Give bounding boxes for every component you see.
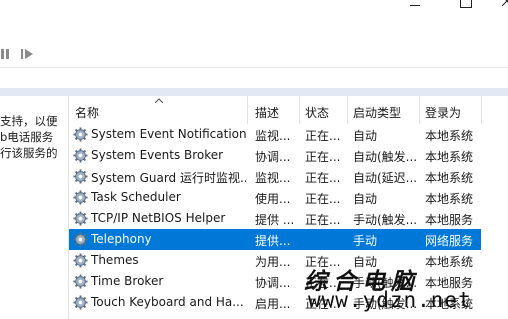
service-status-cell: 正在... <box>305 297 341 311</box>
service-row-selected[interactable]: Telephony 提供... 手动 网络服务 <box>69 229 481 250</box>
service-status-cell: 正在... <box>305 192 341 206</box>
service-row[interactable]: TCP/IP NetBIOS Helper 提供 ... 正在... 手动(触发...… <box>69 208 508 229</box>
service-name-cell: System Event Notification... <box>91 127 246 141</box>
service-gear-icon <box>73 169 88 184</box>
service-gear-icon <box>73 148 88 163</box>
service-logon-cell: 本地系统 <box>425 150 474 164</box>
toolbar-spacer <box>0 68 508 88</box>
service-description-cell: 启用... <box>255 297 291 311</box>
maximize-button[interactable] <box>438 0 484 14</box>
sort-ascending-icon <box>155 98 163 103</box>
service-name-cell: Touch Keyboard and Ha... <box>91 295 244 309</box>
service-name-cell: System Events Broker <box>91 148 224 162</box>
service-startup-type-cell: 手动(触发... <box>353 297 418 311</box>
service-gear-icon <box>73 232 88 247</box>
minimize-button[interactable] <box>395 0 441 14</box>
service-name-cell: Themes <box>91 253 139 267</box>
service-startup-type-cell: 自动 <box>353 192 378 206</box>
service-name-cell: System Guard 运行时监视... <box>91 171 246 185</box>
service-row[interactable]: Task Scheduler 使用... 正在... 自动 本地系统 <box>69 187 508 208</box>
service-row[interactable]: System Event Notification... 监视... 正在... 自动… <box>69 124 508 145</box>
service-startup-type-cell: 自动(延迟... <box>353 171 418 185</box>
restart-service-button[interactable] <box>20 46 36 62</box>
column-divider[interactable] <box>299 96 300 124</box>
description-text-line: 行该服务的 <box>0 146 58 160</box>
service-description-cell: 监视... <box>255 171 291 185</box>
service-startup-type-cell: 手动 <box>353 234 378 248</box>
service-startup-type-cell: 自动(触发... <box>353 150 418 164</box>
column-header-description[interactable]: 描述 <box>255 104 279 121</box>
service-logon-cell: 本地系统 <box>425 171 474 185</box>
service-status-cell: 正在... <box>305 150 341 164</box>
service-gear-icon <box>73 127 88 142</box>
column-header-startup-type[interactable]: 启动类型 <box>353 104 401 121</box>
service-description-cell: 协调... <box>255 276 291 290</box>
service-status-cell: 正在... <box>305 129 341 143</box>
close-icon <box>502 0 508 6</box>
service-description-cell: 为用... <box>255 255 291 269</box>
pause-service-button[interactable] <box>0 46 16 62</box>
column-header-name[interactable]: 名称 <box>75 104 99 121</box>
service-logon-cell: 本地系统 <box>425 255 474 269</box>
service-logon-cell: 本地服务 <box>425 213 474 227</box>
service-name-cell: TCP/IP NetBIOS Helper <box>91 211 226 225</box>
service-status-cell: 正在... <box>305 276 341 290</box>
service-row[interactable]: Touch Keyboard and Ha... 启用... 正在... 手动(触发.… <box>69 292 508 313</box>
service-status-cell: 正在... <box>305 213 341 227</box>
service-gear-icon <box>73 274 88 289</box>
service-description-cell: 提供... <box>255 234 291 248</box>
close-button[interactable] <box>482 0 508 14</box>
service-description-cell: 提供 ... <box>255 213 295 227</box>
service-row[interactable]: System Events Broker 协调... 正在... 自动(触发... 本地… <box>69 145 508 166</box>
pane-header-strip <box>0 88 508 96</box>
service-row[interactable]: Themes 为用... 正在... 自动 本地系统 <box>69 250 508 271</box>
description-text-line: b电话服务 <box>0 130 54 144</box>
service-description-cell: 协调... <box>255 150 291 164</box>
service-gear-icon <box>73 253 88 268</box>
column-header-row: 名称 描述 状态 启动类型 登录为 <box>69 96 508 124</box>
service-logon-cell: 本地系统 <box>425 192 474 206</box>
service-status-cell: 正在... <box>305 255 341 269</box>
column-divider[interactable] <box>419 96 420 124</box>
service-logon-cell: 本地系统 <box>425 297 474 311</box>
service-description-cell: 监视... <box>255 129 291 143</box>
service-status-cell: 正在... <box>305 171 341 185</box>
window-titlebar <box>0 0 508 40</box>
service-startup-type-cell: 手动(触发... <box>353 276 418 290</box>
description-text-line: 支持，以便 <box>0 114 58 128</box>
column-divider[interactable] <box>481 96 482 124</box>
service-name-cell: Time Broker <box>91 274 164 288</box>
services-toolbar <box>0 40 508 68</box>
service-gear-icon <box>73 211 88 226</box>
service-gear-icon <box>73 190 88 205</box>
column-divider[interactable] <box>347 96 348 124</box>
service-row[interactable]: System Guard 运行时监视... 监视... 正在... 自动(延迟... 本… <box>69 166 508 187</box>
service-logon-cell: 本地服务 <box>425 276 474 290</box>
service-startup-type-cell: 自动 <box>353 129 378 143</box>
service-logon-cell: 本地系统 <box>425 129 474 143</box>
service-description-cell: 使用... <box>255 192 291 206</box>
service-name-cell: Task Scheduler <box>91 190 181 204</box>
pause-icon <box>1 49 9 59</box>
service-name-cell: Telephony <box>91 232 152 246</box>
column-header-logon-as[interactable]: 登录为 <box>425 104 461 121</box>
services-list: 名称 描述 状态 启动类型 登录为 System Event Notificat… <box>68 96 508 319</box>
service-startup-type-cell: 自动 <box>353 255 378 269</box>
service-row[interactable]: Time Broker 协调... 正在... 手动(触发... 本地服务 <box>69 271 508 292</box>
column-divider[interactable] <box>247 96 248 124</box>
service-logon-cell: 网络服务 <box>425 234 474 248</box>
service-startup-type-cell: 手动(触发... <box>353 213 418 227</box>
column-header-status[interactable]: 状态 <box>305 104 329 121</box>
service-gear-icon <box>73 295 88 310</box>
restart-icon <box>21 49 33 59</box>
